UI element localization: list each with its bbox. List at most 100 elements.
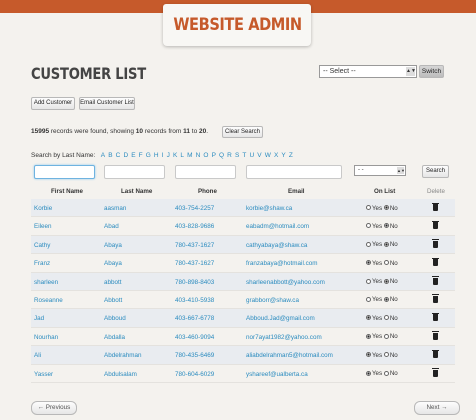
on-list-no-radio[interactable] — [383, 370, 389, 376]
first-name-link[interactable]: Korbie — [34, 205, 52, 212]
letter-link[interactable]: L — [180, 152, 184, 159]
trash-icon[interactable] — [432, 331, 439, 340]
letter-link[interactable]: R — [227, 152, 232, 159]
trash-icon[interactable] — [432, 294, 439, 303]
search-button[interactable]: Search — [422, 165, 449, 178]
email-link[interactable]: eabadm@hotmail.com — [246, 223, 309, 230]
letter-link[interactable]: E — [131, 152, 135, 159]
last-name-link[interactable]: Abad — [104, 223, 119, 230]
letter-link[interactable]: J — [167, 152, 170, 159]
email-link[interactable]: korbie@shaw.ca — [246, 205, 292, 212]
on-list-no-radio[interactable] — [383, 333, 389, 339]
letter-link[interactable]: U — [249, 152, 254, 159]
on-list-yes-radio[interactable] — [366, 260, 371, 266]
letter-link[interactable]: D — [123, 152, 128, 159]
previous-page-button[interactable]: ← Previous — [31, 401, 77, 415]
email-filter-input[interactable] — [246, 165, 342, 179]
email-link[interactable]: grabborr@shaw.ca — [246, 297, 299, 304]
email-link[interactable]: franzabaya@hotmail.com — [246, 260, 318, 267]
phone-link[interactable]: 403-667-6778 — [175, 315, 214, 322]
trash-icon[interactable] — [432, 276, 439, 285]
letter-link[interactable]: P — [212, 152, 216, 159]
last-name-link[interactable]: abbott — [104, 279, 122, 286]
first-name-filter-input[interactable] — [34, 165, 95, 179]
letter-link[interactable]: W — [265, 152, 271, 159]
first-name-link[interactable]: Ali — [34, 352, 41, 359]
phone-link[interactable]: 403-410-5938 — [175, 297, 214, 304]
last-name-link[interactable]: Abdulsalam — [104, 371, 137, 378]
letter-link[interactable]: I — [162, 152, 164, 159]
letter-link[interactable]: F — [139, 152, 143, 159]
trash-icon[interactable] — [432, 239, 439, 248]
on-list-no-radio[interactable] — [383, 296, 389, 302]
on-list-no-radio[interactable] — [383, 260, 389, 266]
phone-link[interactable]: 780-604-6029 — [175, 371, 214, 378]
on-list-no-radio[interactable] — [383, 241, 389, 247]
phone-link[interactable]: 403-460-9094 — [175, 334, 214, 341]
letter-link[interactable]: B — [108, 152, 112, 159]
on-list-yes-radio[interactable] — [366, 315, 371, 321]
email-link[interactable]: cathyabaya@shaw.ca — [246, 242, 307, 249]
last-name-link[interactable]: Abdalla — [104, 334, 125, 341]
on-list-yes-radio[interactable] — [366, 241, 371, 247]
letter-link[interactable]: O — [203, 152, 208, 159]
phone-link[interactable]: 403-754-2257 — [175, 205, 214, 212]
letter-link[interactable]: X — [274, 152, 278, 159]
on-list-no-radio[interactable] — [383, 223, 389, 229]
on-list-no-radio[interactable] — [383, 315, 389, 321]
letter-link[interactable]: Z — [289, 152, 293, 159]
first-name-link[interactable]: Franz — [34, 260, 50, 267]
on-list-no-radio[interactable] — [383, 352, 389, 358]
trash-icon[interactable] — [432, 312, 439, 322]
phone-link[interactable]: 780-898-8403 — [175, 279, 214, 286]
on-list-yes-radio[interactable] — [366, 205, 371, 210]
on-list-yes-radio[interactable] — [366, 223, 371, 229]
phone-link[interactable]: 780-435-6469 — [175, 352, 214, 359]
on-list-no-radio[interactable] — [383, 205, 389, 210]
phone-link[interactable]: 780-437-1627 — [175, 260, 214, 267]
next-page-button[interactable]: Next → — [414, 401, 460, 415]
email-link[interactable]: aliabdelrahman5@hotmail.com — [246, 352, 333, 359]
trash-icon[interactable] — [432, 220, 439, 230]
email-link[interactable]: sharleenabbott@yahoo.com — [246, 279, 325, 286]
email-link[interactable]: yshareef@ualberta.ca — [246, 371, 308, 378]
first-name-link[interactable]: sharleen — [34, 279, 58, 286]
on-list-yes-radio[interactable] — [366, 370, 371, 376]
trash-icon[interactable] — [432, 257, 439, 267]
last-name-link[interactable]: Abaya — [104, 260, 122, 267]
letter-link[interactable]: G — [146, 152, 151, 159]
first-name-link[interactable]: Nourhan — [34, 334, 58, 341]
first-name-link[interactable]: Roseanne — [34, 297, 63, 304]
letter-link[interactable]: M — [187, 152, 192, 159]
phone-filter-input[interactable] — [175, 165, 236, 179]
email-link[interactable]: Abboud.Jad@gmail.com — [246, 315, 315, 322]
first-name-link[interactable]: Jad — [34, 315, 44, 322]
on-list-no-radio[interactable] — [383, 278, 389, 284]
trash-icon[interactable] — [432, 368, 439, 377]
letter-link[interactable]: Q — [219, 152, 224, 159]
last-name-link[interactable]: Abaya — [104, 242, 122, 249]
letter-link[interactable]: A — [101, 152, 105, 159]
letter-link[interactable]: T — [242, 152, 246, 159]
phone-link[interactable]: 403-828-9686 — [175, 223, 214, 230]
phone-link[interactable]: 780-437-1627 — [175, 242, 214, 249]
last-name-link[interactable]: Abboud — [104, 315, 126, 322]
on-list-filter-select[interactable]: - - ▲▼ — [354, 165, 406, 176]
on-list-yes-radio[interactable] — [366, 296, 371, 302]
email-link[interactable]: nor7ayat1982@yahoo.com — [246, 334, 322, 341]
letter-link[interactable]: K — [173, 152, 177, 159]
letter-link[interactable]: N — [196, 152, 201, 159]
last-name-link[interactable]: aasman — [104, 205, 126, 212]
letter-link[interactable]: S — [235, 152, 239, 159]
on-list-yes-radio[interactable] — [366, 352, 371, 358]
first-name-link[interactable]: Yasser — [34, 371, 53, 378]
letter-link[interactable]: H — [154, 152, 159, 159]
last-name-link[interactable]: Abbott — [104, 297, 122, 304]
clear-search-button[interactable]: Clear Search — [222, 126, 263, 138]
trash-icon[interactable] — [432, 202, 439, 211]
email-customer-list-button[interactable]: Email Customer List — [79, 97, 135, 110]
on-list-yes-radio[interactable] — [366, 333, 371, 339]
on-list-yes-radio[interactable] — [366, 278, 371, 284]
trash-icon[interactable] — [432, 349, 439, 359]
switch-button[interactable]: Switch — [419, 65, 444, 78]
